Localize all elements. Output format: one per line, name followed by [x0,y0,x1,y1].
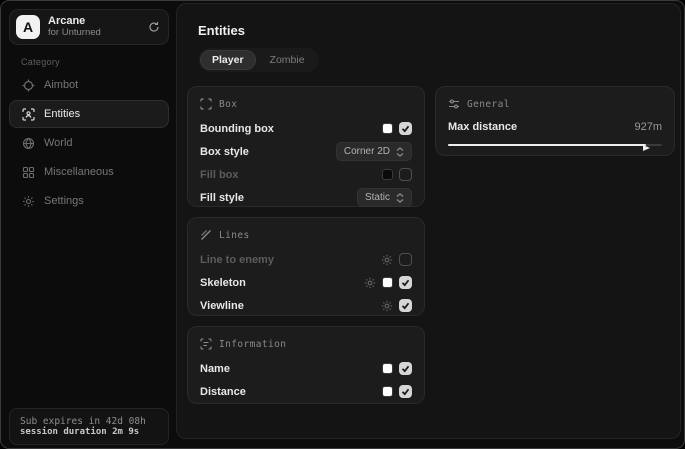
setting-label: Box style [200,146,336,158]
sidebar-item-label: Entities [44,108,80,120]
app-window: A Arcane for Unturned Category Aimbo [0,0,685,449]
box-card: Box Bounding box Box style Corner 2D [187,86,425,207]
setting-row-name: Name [200,357,412,380]
dropdown-value: Static [365,192,390,203]
checkbox-unchecked[interactable] [399,253,412,266]
sub-expiry-text: Sub expires in 42d 08h [20,416,158,427]
slider-thumb[interactable] [642,140,651,158]
subscription-status-card: Sub expires in 42d 08h session duration … [9,408,169,445]
lines-card-header: Lines [200,228,412,242]
max-distance-value: 927m [634,121,662,133]
information-card-title: Information [219,339,286,350]
sidebar: A Arcane for Unturned Category Aimbo [1,1,176,448]
brand-text: Arcane for Unturned [48,15,140,39]
sidebar-item-aimbot[interactable]: Aimbot [9,71,169,99]
chevrons-up-down-icon [396,193,404,203]
checkbox-checked[interactable] [399,122,412,135]
setting-label: Bounding box [200,123,382,135]
chevrons-up-down-icon [396,147,404,157]
tab-zombie[interactable]: Zombie [258,50,317,70]
checkbox-checked[interactable] [399,385,412,398]
app-logo-letter: A [23,19,33,35]
scan-text-icon [200,338,212,350]
checkbox-checked[interactable] [399,299,412,312]
frame-corners-icon [200,98,212,110]
setting-row-bounding-box: Bounding box [200,117,412,140]
lines-card-title: Lines [219,230,250,241]
row-settings-gear-icon[interactable] [364,277,376,289]
setting-label: Max distance [448,121,634,133]
sidebar-item-world[interactable]: World [9,129,169,157]
color-swatch[interactable] [382,169,393,180]
setting-label: Fill style [200,192,357,204]
refresh-icon[interactable] [148,21,160,33]
row-settings-gear-icon[interactable] [381,300,393,312]
app-name: Arcane [48,15,140,28]
session-duration-text: session duration 2m 9s [20,427,158,437]
sidebar-item-settings[interactable]: Settings [9,187,169,215]
box-style-dropdown[interactable]: Corner 2D [336,142,412,161]
setting-row-fill-box: Fill box [200,163,412,186]
setting-label: Fill box [200,169,382,181]
crosshair-icon [22,79,35,92]
sidebar-item-label: Miscellaneous [44,166,114,178]
color-swatch[interactable] [382,386,393,397]
sliders-icon [448,98,460,110]
app-logo: A [16,15,40,39]
information-card-header: Information [200,337,412,351]
general-card: General Max distance 927m [435,86,675,156]
scan-person-icon [22,108,35,121]
main-panel: Entities Player Zombie Box Bounding box [176,3,681,439]
lines-card: Lines Line to enemy Skeleton [187,217,425,316]
globe-icon [22,137,35,150]
sidebar-item-label: Aimbot [44,79,78,91]
category-label: Category [21,57,60,67]
checkbox-checked[interactable] [399,276,412,289]
box-card-title: Box [219,99,237,110]
setting-row-line-to-enemy: Line to enemy [200,248,412,271]
checkbox-unchecked[interactable] [399,168,412,181]
grid-icon [22,166,35,179]
max-distance-slider[interactable] [448,139,662,151]
setting-label: Distance [200,386,382,398]
setting-row-distance: Distance [200,380,412,403]
app-subtitle: for Unturned [48,28,140,39]
setting-row-box-style: Box style Corner 2D [200,140,412,163]
entity-type-tabs: Player Zombie [198,48,319,72]
setting-row-skeleton: Skeleton [200,271,412,294]
setting-label: Viewline [200,300,381,312]
setting-label: Skeleton [200,277,364,289]
sidebar-item-entities[interactable]: Entities [9,100,169,128]
color-swatch[interactable] [382,363,393,374]
setting-label: Name [200,363,382,375]
setting-row-viewline: Viewline [200,294,412,317]
general-card-title: General [467,99,510,110]
brand-card: A Arcane for Unturned [9,9,169,45]
diagonal-line-icon [200,229,212,241]
general-card-header: General [448,97,662,111]
row-settings-gear-icon[interactable] [381,254,393,266]
color-swatch[interactable] [382,123,393,134]
setting-row-max-distance: Max distance 927m [448,117,662,137]
fill-style-dropdown[interactable]: Static [357,188,412,207]
sidebar-item-miscellaneous[interactable]: Miscellaneous [9,158,169,186]
box-card-header: Box [200,97,412,111]
color-swatch[interactable] [382,277,393,288]
tab-player[interactable]: Player [200,50,256,70]
gear-icon [22,195,35,208]
page-title: Entities [198,23,245,38]
sidebar-item-label: Settings [44,195,84,207]
setting-label: Line to enemy [200,254,381,266]
information-card: Information Name Distance [187,326,425,404]
dropdown-value: Corner 2D [344,146,390,157]
sidebar-nav: Aimbot Entities World [9,71,169,216]
setting-row-fill-style: Fill style Static [200,186,412,209]
slider-fill [448,144,646,146]
checkbox-checked[interactable] [399,362,412,375]
sidebar-item-label: World [44,137,73,149]
